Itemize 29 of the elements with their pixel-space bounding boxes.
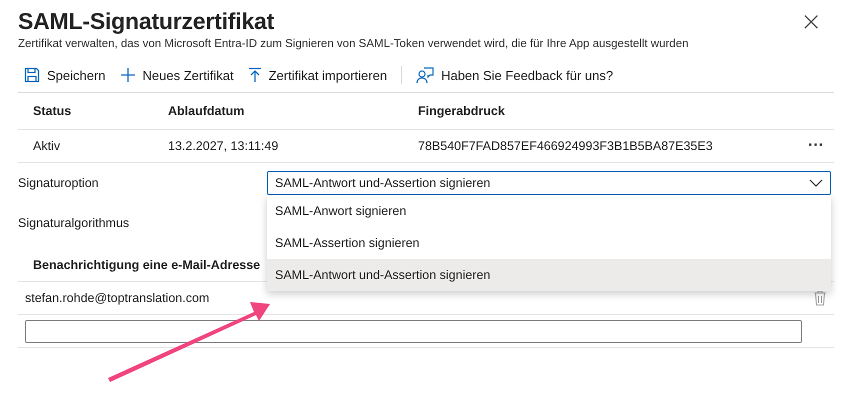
table-cell-text: 13.2.2027, 13:11:49 — [168, 139, 280, 153]
plus-icon — [120, 67, 136, 83]
field-label: Signaturalgorithmus — [18, 216, 130, 230]
close-button[interactable]: × — [800, 8, 822, 34]
dropdown-option[interactable]: SAML-Assertion signieren — [267, 227, 831, 259]
column-header: Fingerabdruck — [418, 104, 506, 118]
toolbar-button[interactable]: Neues Zertifikat — [120, 67, 234, 83]
dropdown-option[interactable]: SAML-Anwort signieren — [267, 195, 831, 227]
table-cell-text: 78B540F7FAD857EF466924993F3B1B5BA87E35E3 — [418, 139, 714, 153]
email-address: stefan.rohde@toptranslation.com — [25, 291, 210, 305]
more-button[interactable]: ··· — [802, 136, 830, 156]
column-header: Ablaufdatum — [168, 104, 246, 118]
dropdown-option[interactable]: SAML-Antwort und-Assertion signieren — [267, 259, 831, 291]
signature-dropdown[interactable]: SAML-Antwort und-Assertion signieren — [267, 171, 831, 195]
column-header: Status — [33, 104, 72, 118]
field-label: Signaturoption — [18, 176, 100, 190]
toolbar-button[interactable]: Haben Sie Feedback für uns? — [416, 66, 614, 84]
save-icon — [24, 67, 40, 83]
input-field[interactable] — [25, 320, 802, 342]
panel-title: SAML-Signaturzertifikat — [18, 8, 274, 35]
column-header: Benachrichtigung eine e-Mail-Adresse — [33, 258, 260, 272]
trash-icon[interactable] — [814, 290, 826, 306]
toolbar-button[interactable]: Zertifikat importieren — [248, 67, 388, 83]
panel-subtitle: Zertifikat verwalten, das von Microsoft Entra-ID zum Signieren von SAML-Token verwendet wird, die für Ihre App ausgestellt wurden — [18, 38, 690, 50]
chevron-icon — [809, 179, 823, 187]
feedback-icon — [416, 66, 434, 84]
table-cell-text: Aktiv — [33, 139, 62, 153]
toolbar-button[interactable]: Speichern — [24, 67, 106, 83]
upload-icon — [248, 67, 262, 83]
